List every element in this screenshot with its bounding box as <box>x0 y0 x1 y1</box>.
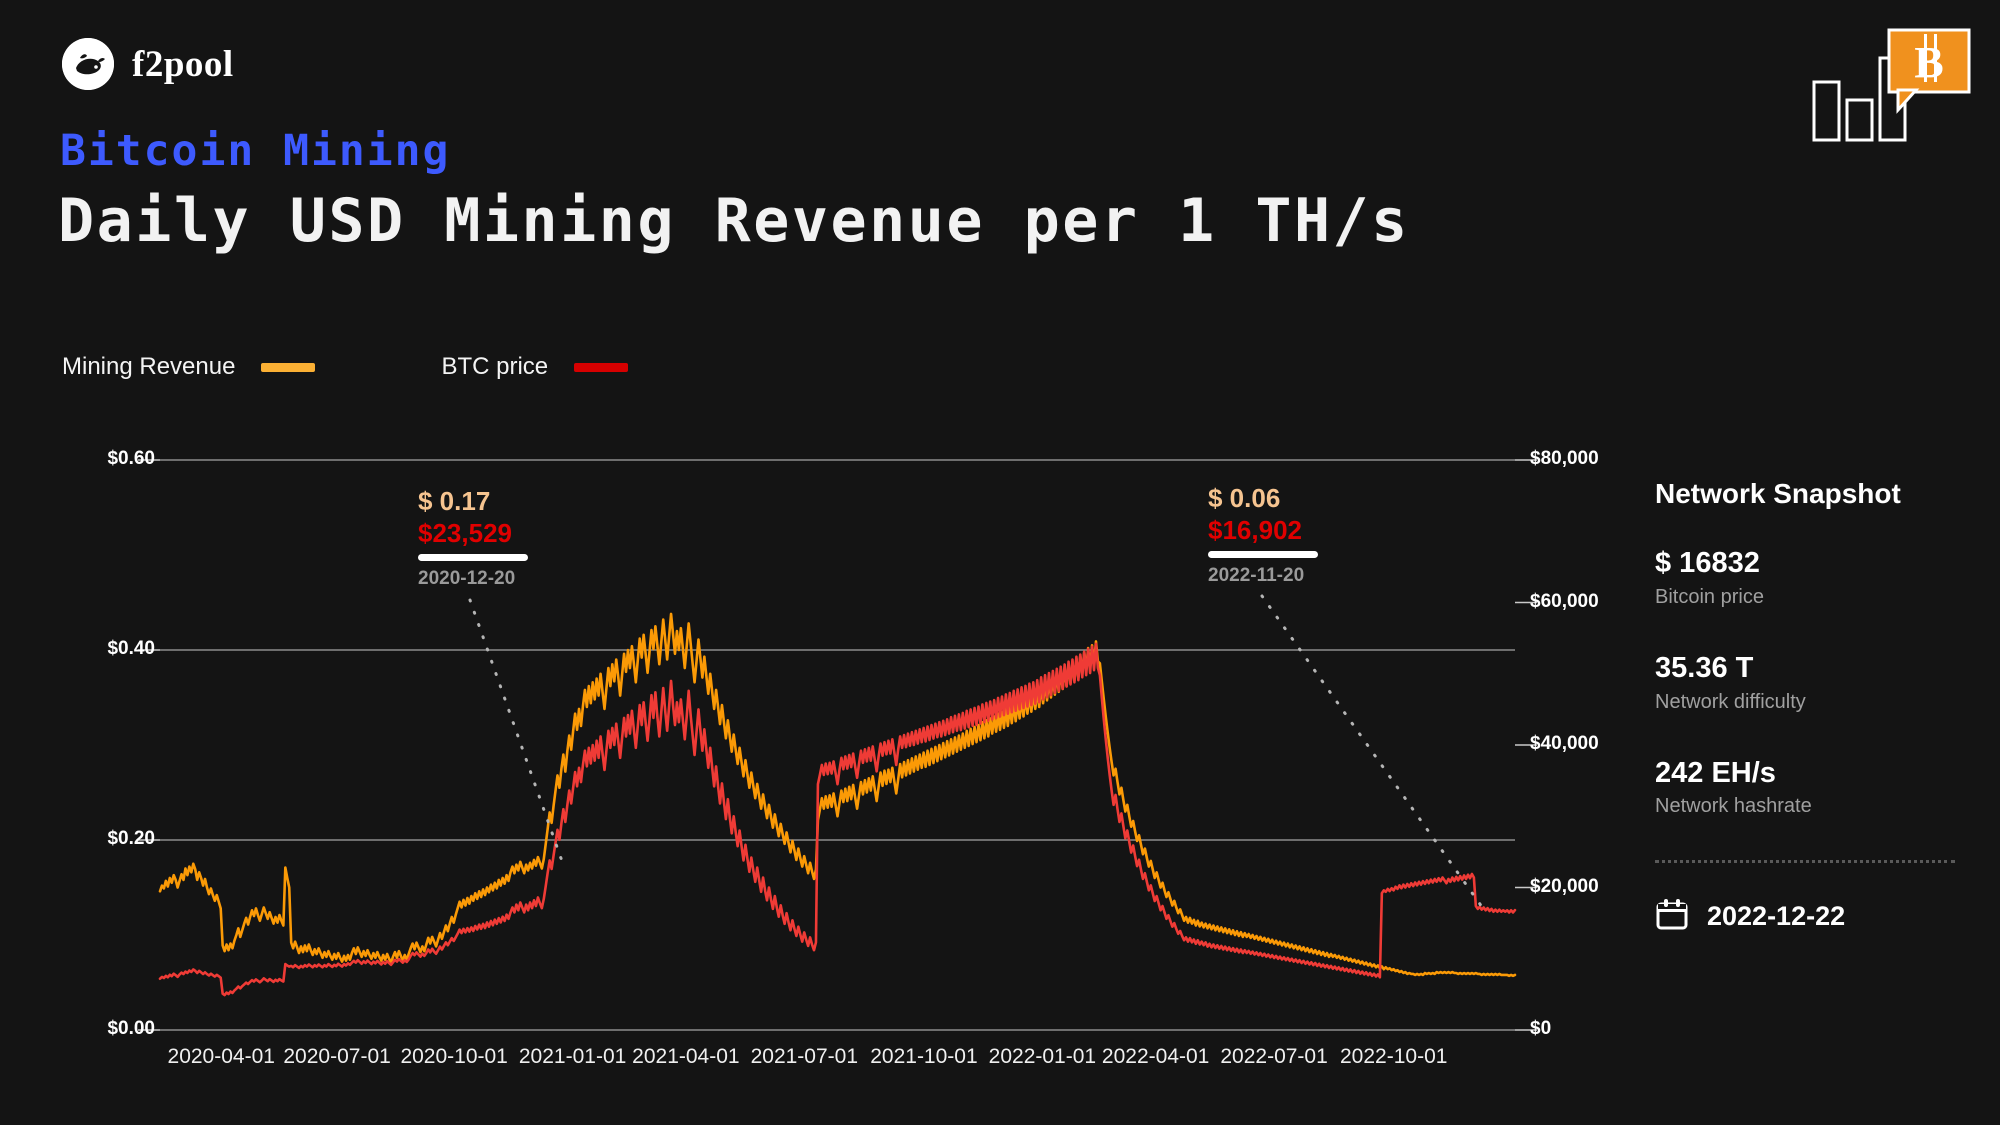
sidebar-divider <box>1655 860 1955 864</box>
y-axis-right-tick: $40,000 <box>1530 733 1599 754</box>
stat-network-hashrate: 242 EH/s Network hashrate <box>1655 756 1955 821</box>
legend-swatch-icon <box>261 362 316 372</box>
sidebar-title: Network Snapshot <box>1655 478 1901 509</box>
stat-label: Network difficulty <box>1655 690 1806 713</box>
annotation-revenue: $ 0.17 <box>418 486 491 516</box>
x-axis-tick: 2020-04-01 <box>167 1045 275 1068</box>
snapshot-date-text: 2022-12-22 <box>1707 901 1846 932</box>
svg-text:B: B <box>1914 38 1943 87</box>
stat-bitcoin-price: $ 16832 Bitcoin price <box>1655 546 1955 611</box>
annotation-callout: $ 0.06 $16,902 2022-11-20 <box>1208 482 1318 587</box>
legend-label: Mining Revenue <box>62 353 236 380</box>
bitcoin-bar-chart-icon: B <box>1794 22 1974 142</box>
calendar-icon <box>1655 897 1689 936</box>
page-title: Daily USD Mining Revenue per 1 TH/s <box>58 186 1410 256</box>
annotation-price: $23,529 <box>418 517 512 548</box>
stat-label: Network hashrate <box>1655 795 1812 818</box>
x-axis-tick: 2022-04-01 <box>1101 1045 1210 1068</box>
annotation-date: 2020-12-20 <box>418 567 516 589</box>
x-axis-tick: 2022-01-01 <box>988 1045 1097 1068</box>
annotation-rule <box>1208 550 1318 558</box>
stat-value: $ 16832 <box>1655 547 1760 579</box>
legend-item-btc-price: BTC price <box>441 353 629 380</box>
x-axis-tick: 2020-10-01 <box>400 1045 508 1068</box>
annotation-date: 2022-11-20 <box>1208 564 1305 586</box>
brand: f2pool <box>62 38 234 90</box>
x-axis-tick: 2021-10-01 <box>870 1045 978 1068</box>
stat-value: 242 EH/s <box>1655 756 1776 789</box>
legend-swatch-icon <box>574 362 629 372</box>
annotation-revenue: $ 0.06 <box>1208 483 1281 513</box>
y-axis-right-tick: $60,000 <box>1530 590 1599 612</box>
y-axis-left-tick: $0.20 <box>107 828 155 849</box>
brand-name: f2pool <box>132 43 234 85</box>
infographic-page: f2pool Bitcoin Mining Daily USD Mining R… <box>0 0 2000 1125</box>
stat-label: Bitcoin price <box>1655 585 1764 608</box>
snapshot-date: 2022-12-22 <box>1655 897 1955 936</box>
page-kicker: Bitcoin Mining <box>60 126 451 176</box>
annotation-rule <box>418 553 528 561</box>
chart-container: $0.00 $0.20 $0.40 $0.60 $0 $20,000 $40,000 $60… <box>0 430 1640 1068</box>
annotation-callout: $ 0.17 $23,529 2020-12-20 <box>418 485 528 590</box>
network-snapshot-panel: Network Snapshot $ 16832 Bitcoin price 3… <box>1655 480 1955 936</box>
x-axis-tick: 2022-10-01 <box>1340 1045 1448 1068</box>
y-axis-right-tick: $20,000 <box>1530 875 1599 897</box>
legend-label: BTC price <box>441 353 549 380</box>
x-axis-tick: 2021-07-01 <box>750 1045 859 1068</box>
annotation-price: $16,902 <box>1208 514 1302 545</box>
chart-legend: Mining Revenue BTC price <box>62 353 629 380</box>
y-axis-left-tick: $0.00 <box>107 1018 155 1039</box>
y-axis-right-tick: $80,000 <box>1530 448 1599 469</box>
x-axis-tick: 2021-01-01 <box>518 1045 627 1068</box>
x-axis-tick: 2021-04-01 <box>632 1045 740 1068</box>
stat-network-difficulty: 35.36 T Network difficulty <box>1655 651 1955 716</box>
legend-item-mining-revenue: Mining Revenue <box>62 353 316 380</box>
y-axis-left-tick: $0.60 <box>107 448 155 469</box>
x-axis-tick: 2022-07-01 <box>1220 1045 1328 1068</box>
fish-circle-icon <box>62 38 114 90</box>
x-axis-labels: 2020-04-01 2020-07-01 2020-10-01 2021-01-01… <box>160 1045 1515 1085</box>
x-axis-tick: 2020-07-01 <box>283 1045 391 1068</box>
stat-value: 35.36 T <box>1655 651 1754 684</box>
y-axis-right-tick: $0 <box>1530 1018 1552 1039</box>
y-axis-left-tick: $0.40 <box>107 638 155 659</box>
